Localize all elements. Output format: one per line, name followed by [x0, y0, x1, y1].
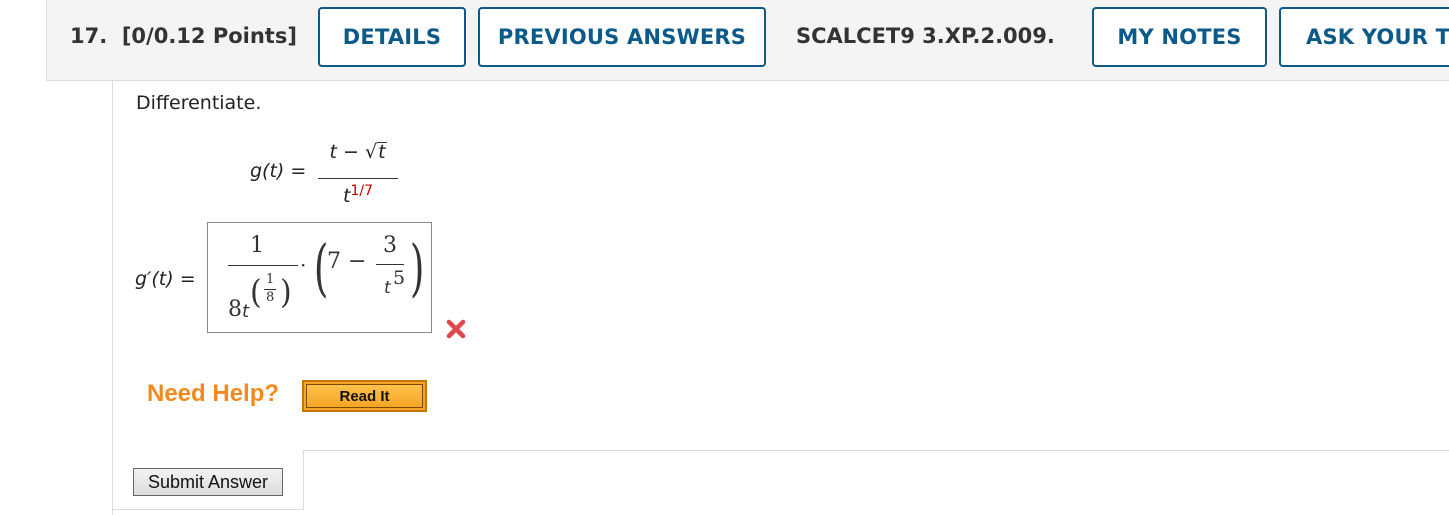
question-prompt: Differentiate. — [136, 92, 262, 114]
my-notes-button[interactable]: MY NOTES — [1092, 7, 1267, 67]
fraction-bar — [318, 178, 398, 179]
details-button[interactable]: DETAILS — [318, 7, 466, 67]
question-number-points: 17. [0/0.12 Points] — [70, 24, 297, 48]
answer-label: g′(t) = — [135, 268, 196, 290]
previous-answers-button[interactable]: PREVIOUS ANSWERS — [478, 7, 766, 67]
denominator-exponent: 1/7 — [350, 183, 373, 199]
inner-minus: − — [348, 249, 367, 274]
outer-fraction-bar — [228, 265, 298, 266]
right-paren-icon: ) — [280, 273, 292, 312]
answer-input[interactable]: 1 8 t ( 1 8 ) · ( 7 − 3 t 5 ) — [207, 222, 432, 333]
ask-your-teacher-button[interactable]: ASK YOUR TEACHER — [1279, 7, 1449, 67]
sqrt-icon: √ — [364, 141, 378, 163]
exponent-denominator: 8 — [266, 290, 275, 305]
need-help-label: Need Help? — [147, 380, 280, 407]
function-lhs: g(t) = — [250, 160, 307, 182]
divider — [303, 450, 1449, 451]
submit-answer-button[interactable]: Submit Answer — [133, 468, 283, 496]
divider — [112, 509, 304, 510]
read-it-button[interactable]: Read It — [302, 380, 427, 412]
incorrect-x-icon — [446, 319, 466, 339]
read-it-label: Read It — [306, 384, 423, 408]
inner-fraction-bar — [376, 264, 404, 265]
question-header: 17. [0/0.12 Points] DETAILS PREVIOUS ANS… — [46, 0, 1449, 81]
multiply-dot: · — [300, 253, 307, 277]
sqrt-argument: t — [377, 141, 387, 163]
answer-expression: 1 8 t ( 1 8 ) · ( 7 − 3 t 5 ) — [208, 223, 433, 334]
function-denominator: t1/7 — [318, 183, 398, 207]
inner-numerator: 3 — [383, 233, 397, 258]
big-right-paren-icon: ) — [409, 231, 425, 304]
exponent-numerator: 1 — [266, 272, 275, 287]
question-points: [0/0.12 Points] — [121, 24, 297, 48]
divider — [303, 450, 304, 509]
left-paren-icon: ( — [250, 273, 262, 312]
outer-numerator: 1 — [250, 233, 264, 258]
outer-den-var: t — [242, 301, 250, 322]
inner-den-var: t — [384, 278, 391, 298]
question-code: SCALCET9 3.XP.2.009. — [796, 24, 1055, 48]
inner-constant: 7 — [327, 249, 341, 274]
question-number: 17. — [70, 24, 108, 48]
outer-den-coeff: 8 — [228, 297, 242, 322]
function-numerator: t − √t — [318, 141, 398, 163]
inner-den-exponent: 5 — [393, 267, 406, 289]
numerator-t: t — [329, 141, 337, 163]
numerator-minus: − — [342, 141, 359, 163]
